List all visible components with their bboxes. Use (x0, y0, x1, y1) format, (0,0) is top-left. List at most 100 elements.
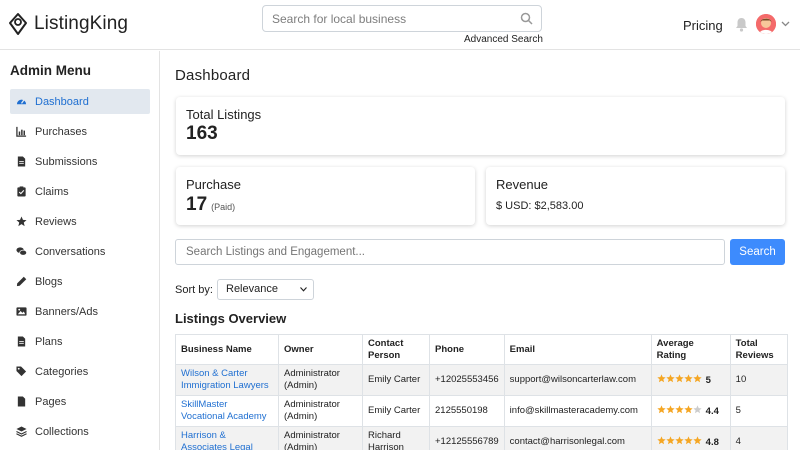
layers-icon (15, 426, 27, 438)
table-row: Harrison & Associates Legal Administrato… (175, 426, 788, 450)
purchase-sub: (Paid) (211, 202, 236, 212)
owner-cell: Administrator (Admin) (278, 426, 363, 450)
email-cell: contact@harrisonlegal.com (503, 426, 652, 450)
total-listings-value: 163 (186, 123, 218, 144)
admin-menu: Dashboard Purchases Submissions Claims R… (10, 89, 150, 449)
logo[interactable]: ListingKing (8, 12, 128, 36)
sidebar-item-label: Conversations (35, 245, 106, 258)
sidebar-item-dashboard[interactable]: Dashboard (10, 89, 150, 114)
rating-cell: 5 (650, 364, 731, 396)
phone-cell: 2125550198 (429, 395, 505, 427)
table-header-row: Business Name Owner Contact Person Phone… (175, 334, 788, 365)
star-icon (666, 404, 675, 413)
table-row: Wilson & Carter Immigration Lawyers Admi… (175, 364, 788, 396)
search-input[interactable] (263, 6, 503, 31)
phone-cell: +12125556789 (429, 426, 505, 450)
chevron-down-icon[interactable] (781, 21, 790, 27)
rating-value: 5 (705, 374, 711, 386)
bell-icon[interactable] (735, 17, 748, 32)
sidebar-item-pages[interactable]: Pages (10, 389, 150, 414)
star-icon (657, 373, 666, 382)
owner-cell: Administrator (Admin) (278, 395, 363, 427)
search-icon[interactable] (520, 12, 533, 25)
sidebar-item-collections[interactable]: Collections (10, 419, 150, 444)
sidebar-item-label: Blogs (35, 275, 63, 288)
email-cell: info@skillmasteracademy.com (503, 395, 652, 427)
sidebar-title: Admin Menu (10, 63, 91, 78)
col-owner: Owner (278, 334, 363, 365)
sidebar-item-label: Claims (35, 185, 69, 198)
business-name-link[interactable]: SkillMaster Vocational Academy (175, 395, 279, 427)
revenue-value: $ USD: $2,583.00 (496, 200, 584, 212)
advanced-search-link[interactable]: Advanced Search (464, 34, 543, 45)
rating-cell: 4.4 (650, 395, 731, 427)
pencil-icon (15, 276, 27, 288)
sidebar-item-conversations[interactable]: Conversations (10, 239, 150, 264)
star-icon (657, 435, 666, 444)
logo-text: ListingKing (34, 13, 129, 34)
contact-cell: Richard Harrison (362, 426, 430, 450)
sidebar-item-blogs[interactable]: Blogs (10, 269, 150, 294)
sidebar-item-claims[interactable]: Claims (10, 179, 150, 204)
sidebar-item-label: Purchases (35, 125, 87, 138)
listings-overview-title: Listings Overview (175, 311, 287, 326)
chevron-down-icon (300, 287, 307, 292)
star-rating (657, 404, 702, 414)
sidebar-item-purchases[interactable]: Purchases (10, 119, 150, 144)
total-listings-label: Total Listings (186, 107, 262, 122)
file-icon (15, 156, 27, 168)
star-icon (666, 435, 675, 444)
pricing-link[interactable]: Pricing (683, 18, 723, 33)
star-icon (675, 404, 684, 413)
purchase-value-wrap: 17 (Paid) (186, 194, 235, 216)
star-icon (675, 373, 684, 382)
main-content: Dashboard Total Listings 163 Purchase 17… (161, 51, 800, 450)
reviews-cell: 4 (729, 426, 788, 450)
table-row: SkillMaster Vocational Academy Administr… (175, 395, 788, 427)
location-pin-icon (9, 13, 27, 35)
sidebar-item-reviews[interactable]: Reviews (10, 209, 150, 234)
col-phone: Phone (429, 334, 505, 365)
sidebar-item-banners-ads[interactable]: Banners/Ads (10, 299, 150, 324)
business-name-link[interactable]: Harrison & Associates Legal (175, 426, 279, 450)
business-name-link[interactable]: Wilson & Carter Immigration Lawyers (175, 364, 279, 396)
revenue-card: Revenue $ USD: $2,583.00 (486, 167, 785, 225)
col-business-name: Business Name (175, 334, 279, 365)
sort-select[interactable]: Relevance (217, 279, 314, 300)
avatar[interactable] (756, 14, 776, 34)
sidebar-item-plans[interactable]: Plans (10, 329, 150, 354)
star-icon (15, 216, 27, 228)
sidebar-item-label: Plans (35, 335, 63, 348)
col-total-reviews: Total Reviews (729, 334, 788, 365)
star-rating (657, 373, 702, 383)
sidebar-item-label: Dashboard (35, 95, 89, 108)
top-header: ListingKing Advanced Search Pricing (0, 0, 800, 50)
col-average-rating: Average Rating (650, 334, 731, 365)
gauge-icon (15, 96, 27, 108)
star-icon (675, 435, 684, 444)
contact-cell: Emily Carter (362, 395, 430, 427)
sort-value: Relevance (226, 283, 278, 295)
file-icon (15, 396, 27, 408)
purchase-label: Purchase (186, 177, 241, 192)
sidebar-item-categories[interactable]: Categories (10, 359, 150, 384)
rating-value: 4.4 (705, 405, 719, 417)
sidebar-item-label: Banners/Ads (35, 305, 98, 318)
listings-search-input[interactable] (176, 240, 724, 264)
clipboard-check-icon (15, 186, 27, 198)
rating-cell: 4.8 (650, 426, 731, 450)
phone-cell: +12025553456 (429, 364, 505, 396)
star-rating (657, 435, 702, 445)
comments-icon (15, 246, 27, 258)
tags-icon (15, 366, 27, 378)
reviews-cell: 5 (729, 395, 788, 427)
star-icon (684, 404, 693, 413)
total-listings-card: Total Listings 163 (176, 97, 785, 155)
search-bar (262, 5, 542, 32)
contact-cell: Emily Carter (362, 364, 430, 396)
file-icon (15, 336, 27, 348)
sidebar-item-submissions[interactable]: Submissions (10, 149, 150, 174)
sidebar-item-label: Reviews (35, 215, 77, 228)
admin-sidebar: Admin Menu Dashboard Purchases Submissio… (0, 51, 160, 450)
search-button[interactable]: Search (730, 239, 785, 265)
